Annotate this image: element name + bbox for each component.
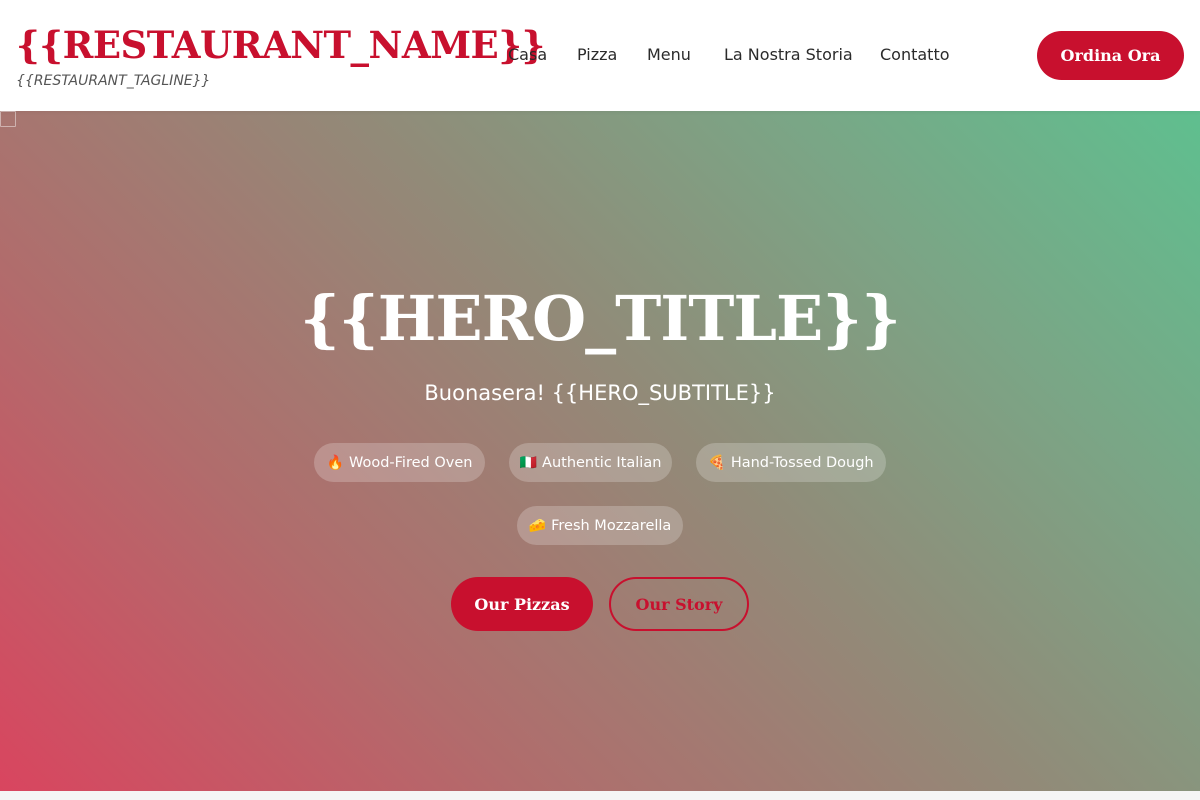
- order-now-button[interactable]: Ordina Ora: [1037, 31, 1184, 80]
- restaurant-name[interactable]: {{RESTAURANT_NAME}}: [16, 22, 545, 68]
- feature-chip-hand-tossed-dough: 🍕 Hand-Tossed Dough: [696, 443, 886, 482]
- feature-label: Hand-Tossed Dough: [730, 454, 874, 471]
- hero-title: {{HERO_TITLE}}: [300, 282, 901, 355]
- site-header: {{RESTAURANT_NAME}} {{RESTAURANT_TAGLINE…: [0, 0, 1200, 111]
- feature-label: Wood-Fired Oven: [348, 454, 473, 471]
- feature-label: Fresh Mozzarella: [551, 517, 672, 534]
- hero-subtitle: Buonasera! {{HERO_SUBTITLE}}: [424, 381, 776, 405]
- nav-link-contatto[interactable]: Contatto: [880, 44, 950, 66]
- hero-section: {{HERO_TITLE}} Buonasera! {{HERO_SUBTITL…: [0, 111, 1200, 791]
- cheese-icon: 🧀: [528, 517, 547, 534]
- next-section-edge: [0, 791, 1200, 800]
- nav-link-la-nostra-storia[interactable]: La Nostra Storia: [724, 44, 853, 66]
- nav-link-casa[interactable]: Casa: [508, 44, 547, 66]
- broken-image-icon: [0, 111, 16, 127]
- our-pizzas-button[interactable]: Our Pizzas: [451, 577, 593, 631]
- feature-chip-fresh-mozzarella: 🧀 Fresh Mozzarella: [517, 506, 683, 545]
- our-story-button[interactable]: Our Story: [609, 577, 749, 631]
- feature-chip-wood-fired-oven: 🔥 Wood-Fired Oven: [314, 443, 485, 482]
- nav-link-pizza[interactable]: Pizza: [577, 44, 617, 66]
- pizza-icon: 🍕: [708, 454, 726, 471]
- brand[interactable]: {{RESTAURANT_NAME}} {{RESTAURANT_TAGLINE…: [16, 22, 545, 89]
- restaurant-tagline: {{RESTAURANT_TAGLINE}}: [16, 73, 211, 89]
- feature-label: Authentic Italian: [542, 454, 662, 471]
- nav-link-menu[interactable]: Menu: [647, 44, 691, 66]
- feature-chip-authentic-italian: 🇮🇹 Authentic Italian: [509, 443, 672, 482]
- italian-flag-icon: 🇮🇹: [519, 454, 538, 471]
- fire-icon: 🔥: [326, 454, 344, 471]
